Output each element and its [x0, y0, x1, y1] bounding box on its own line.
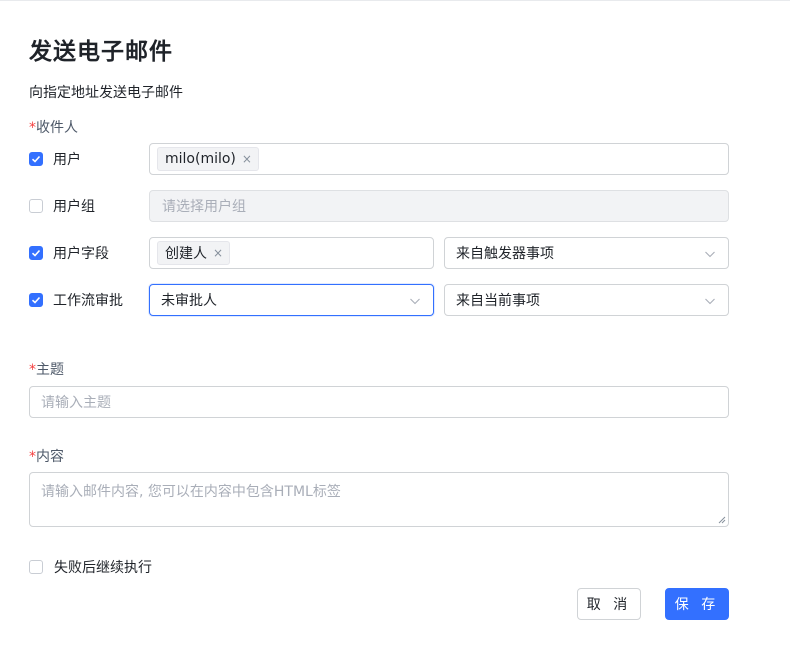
continue-on-fail-row[interactable]: 失败后继续执行 [29, 551, 152, 583]
workflow-approval-checkbox-row[interactable]: 工作流审批 [29, 284, 123, 316]
subject-label: *主题 [29, 359, 64, 379]
cancel-button[interactable]: 取 消 [577, 588, 641, 620]
recipients-label: *收件人 [29, 117, 78, 137]
user-field-tag: 创建人 × [157, 241, 231, 265]
subject-input[interactable]: 请输入主题 [29, 386, 729, 418]
required-mark: * [29, 449, 36, 465]
user-group-checkbox-row[interactable]: 用户组 [29, 190, 95, 222]
content-placeholder: 请输入邮件内容, 您可以在内容中包含HTML标签 [41, 484, 341, 500]
page-description: 向指定地址发送电子邮件 [29, 85, 183, 101]
top-divider [0, 0, 790, 1]
user-field-checkbox[interactable] [29, 246, 43, 260]
page-title: 发送电子邮件 [29, 39, 173, 65]
chevron-down-icon [705, 251, 715, 258]
required-mark: * [29, 120, 36, 136]
user-tag: milo(milo) × [157, 147, 259, 171]
chevron-down-icon [410, 298, 420, 305]
user-field-source-select[interactable]: 来自触发器事项 [444, 237, 729, 269]
user-group-placeholder: 请选择用户组 [162, 199, 246, 215]
user-group-checkbox[interactable] [29, 199, 43, 213]
user-checkbox-label: 用户 [53, 152, 81, 168]
save-button[interactable]: 保 存 [665, 588, 729, 620]
workflow-approval-checkbox-label: 工作流审批 [53, 293, 123, 309]
user-field-source-value: 来自触发器事项 [456, 246, 554, 262]
user-group-select[interactable]: 请选择用户组 [149, 190, 729, 222]
check-icon [31, 249, 41, 257]
check-icon [31, 296, 41, 304]
user-select[interactable]: milo(milo) × [149, 143, 729, 175]
user-field-select[interactable]: 创建人 × [149, 237, 434, 269]
continue-on-fail-label: 失败后继续执行 [54, 560, 152, 576]
tag-remove-icon[interactable]: × [213, 246, 223, 260]
content-label: *内容 [29, 446, 64, 466]
chevron-down-icon [705, 298, 715, 305]
user-field-checkbox-label: 用户字段 [53, 246, 109, 262]
user-field-tag-text: 创建人 [165, 246, 207, 262]
required-mark: * [29, 362, 36, 378]
approver-select[interactable]: 未审批人 [149, 284, 434, 316]
content-textarea[interactable]: 请输入邮件内容, 您可以在内容中包含HTML标签 [29, 472, 729, 527]
approval-source-value: 来自当前事项 [456, 293, 540, 309]
check-icon [31, 155, 41, 163]
tag-remove-icon[interactable]: × [242, 152, 252, 166]
resize-handle-icon[interactable] [718, 516, 726, 524]
content-label-text: 内容 [36, 449, 64, 465]
approver-value: 未审批人 [161, 293, 217, 309]
user-tag-text: milo(milo) [165, 151, 236, 167]
workflow-approval-checkbox[interactable] [29, 293, 43, 307]
recipients-label-text: 收件人 [36, 120, 78, 136]
user-checkbox[interactable] [29, 152, 43, 166]
continue-on-fail-checkbox[interactable] [29, 560, 43, 574]
user-group-checkbox-label: 用户组 [53, 199, 95, 215]
subject-label-text: 主题 [36, 362, 64, 378]
user-field-checkbox-row[interactable]: 用户字段 [29, 237, 109, 269]
user-checkbox-row[interactable]: 用户 [29, 143, 81, 175]
approval-source-select[interactable]: 来自当前事项 [444, 284, 729, 316]
subject-placeholder: 请输入主题 [41, 395, 111, 411]
